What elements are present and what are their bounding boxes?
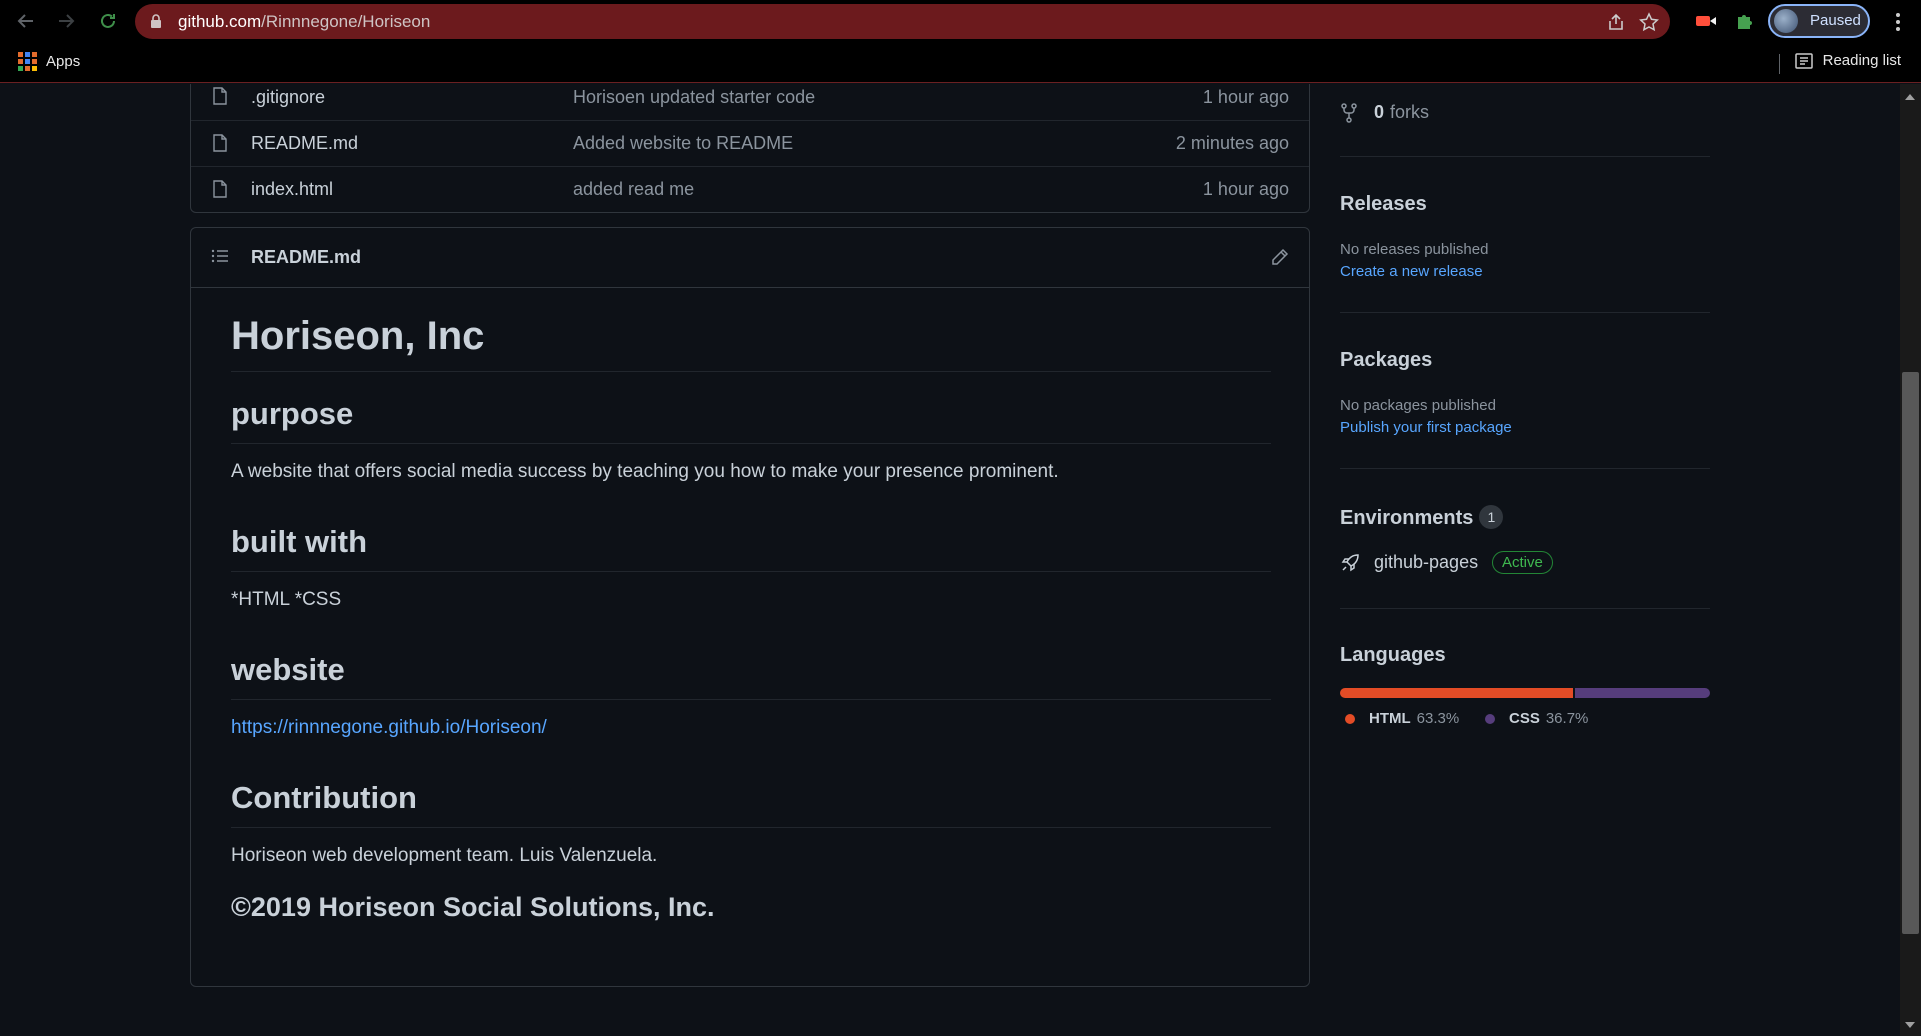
file-name[interactable]: README.md	[251, 133, 358, 154]
language-item-css[interactable]: CSS 36.7%	[1485, 710, 1588, 727]
website-link[interactable]: https://rinnnegone.github.io/Horiseon/	[231, 717, 547, 738]
share-icon[interactable]	[1606, 12, 1626, 32]
bookmark-star-icon[interactable]	[1639, 12, 1659, 32]
avatar	[1774, 9, 1798, 33]
file-list: .gitignore Horisoen updated starter code…	[190, 84, 1310, 213]
website-paragraph: https://rinnnegone.github.io/Horiseon/	[231, 717, 547, 739]
file-row[interactable]: .gitignore Horisoen updated starter code…	[191, 84, 1309, 120]
packages-heading[interactable]: Packages	[1340, 349, 1432, 372]
language-dot	[1345, 713, 1355, 724]
arrow-left-icon	[17, 14, 33, 28]
rocket-icon	[1341, 553, 1359, 571]
publish-package-link[interactable]: Publish your first package	[1340, 419, 1512, 436]
extensions-puzzle-icon[interactable]	[1734, 10, 1758, 32]
commit-age: 1 hour ago	[1202, 179, 1289, 199]
apps-grid-icon	[18, 52, 37, 71]
file-row[interactable]: index.html added read me 1 hour ago	[191, 166, 1309, 212]
language-bar-css	[1574, 688, 1710, 698]
divider	[1340, 312, 1710, 313]
apps-shortcut[interactable]: Apps	[18, 52, 80, 71]
edit-pencil-icon[interactable]	[1271, 248, 1289, 266]
create-release-link[interactable]: Create a new release	[1340, 263, 1483, 280]
watching-row-clipped	[1340, 84, 1710, 92]
language-name: HTML	[1369, 710, 1411, 727]
file-name[interactable]: .gitignore	[251, 87, 325, 108]
contribution-text: Horiseon web development team. Luis Vale…	[231, 845, 658, 866]
environments-heading[interactable]: Environments 1	[1340, 505, 1504, 530]
readme-panel: README.md Horiseon, Inc purpose A websit…	[190, 227, 1310, 987]
built-with-text: *HTML *CSS	[231, 589, 342, 610]
scrollbar-thumb[interactable]	[1902, 372, 1919, 934]
reading-list-button[interactable]: Reading list	[1778, 52, 1901, 74]
readme-h1: Horiseon, Inc	[231, 314, 1271, 372]
language-bar	[1340, 688, 1710, 698]
fork-icon	[1341, 102, 1357, 123]
scroll-up-arrow-icon[interactable]	[1905, 94, 1915, 100]
environments-label: Environments	[1340, 507, 1474, 529]
extension-video-icon[interactable]	[1694, 10, 1718, 32]
file-icon	[213, 87, 227, 105]
bookmark-divider	[1778, 54, 1780, 74]
purpose-text: A website that offers social media succe…	[231, 461, 1059, 482]
status-badge: Active	[1492, 551, 1553, 574]
reading-list-icon	[1794, 52, 1813, 69]
releases-heading[interactable]: Releases	[1340, 193, 1427, 216]
reading-list-label: Reading list	[1822, 52, 1901, 69]
commit-message[interactable]: added read me	[573, 179, 694, 200]
arrow-right-icon	[59, 14, 75, 28]
table-of-contents-icon[interactable]	[211, 248, 229, 264]
purpose-heading: purpose	[231, 396, 1271, 444]
scroll-down-arrow-icon[interactable]	[1905, 1022, 1915, 1028]
back-button[interactable]	[14, 9, 38, 33]
lock-icon	[151, 14, 161, 28]
language-percent: 36.7%	[1545, 710, 1589, 727]
github-repo-page: .gitignore Horisoen updated starter code…	[0, 84, 1900, 1036]
environment-name[interactable]: github-pages	[1374, 552, 1478, 573]
url-text: github.com/Rinnnegone/Horiseon	[178, 12, 431, 31]
commit-age: 2 minutes ago	[1175, 133, 1289, 153]
bookmarks-bar: Apps Reading list	[0, 43, 1921, 83]
reload-icon	[101, 13, 115, 28]
file-icon	[213, 134, 227, 152]
forks-link[interactable]: 0 forks	[1340, 102, 1429, 123]
commit-message[interactable]: Horisoen updated starter code	[573, 87, 815, 108]
packages-empty: No packages published	[1340, 397, 1496, 414]
copyright-heading: ©2019 Horiseon Social Solutions, Inc.	[231, 892, 715, 922]
forks-count: 0	[1374, 102, 1385, 122]
language-bar-html	[1340, 688, 1573, 698]
address-bar[interactable]: github.com/Rinnnegone/Horiseon	[135, 4, 1670, 39]
language-item-html[interactable]: HTML 63.3%	[1345, 710, 1459, 727]
commit-message[interactable]: Added website to README	[573, 133, 793, 154]
file-icon	[213, 180, 227, 198]
built-with-heading: built with	[231, 524, 1271, 572]
language-name: CSS	[1509, 710, 1540, 727]
file-row[interactable]: README.md Added website to README 2 minu…	[191, 120, 1309, 166]
profile-status: Paused	[1810, 12, 1861, 29]
language-percent: 63.3%	[1416, 710, 1460, 727]
readme-header: README.md	[191, 228, 1309, 288]
environments-count: 1	[1479, 505, 1504, 529]
forward-button[interactable]	[54, 9, 78, 33]
page-scrollbar[interactable]	[1900, 84, 1921, 1036]
language-dot	[1485, 713, 1495, 724]
languages-heading: Languages	[1340, 644, 1446, 666]
readme-title[interactable]: README.md	[251, 247, 361, 268]
contribution-heading: Contribution	[231, 780, 1271, 828]
profile-button[interactable]: Paused	[1768, 4, 1870, 38]
divider	[1340, 156, 1710, 157]
website-heading: website	[231, 652, 1271, 700]
more-menu-icon[interactable]	[1888, 10, 1908, 34]
divider	[1340, 468, 1710, 469]
file-name[interactable]: index.html	[251, 179, 333, 200]
commit-age: 1 hour ago	[1202, 86, 1289, 107]
releases-empty: No releases published	[1340, 241, 1489, 258]
forks-label: forks	[1390, 102, 1430, 122]
apps-label: Apps	[46, 53, 81, 70]
environment-item[interactable]: github-pages	[1340, 552, 1478, 573]
divider	[1340, 608, 1710, 609]
browser-toolbar: github.com/Rinnnegone/Horiseon Paused	[0, 0, 1921, 43]
reload-button[interactable]	[96, 9, 120, 33]
